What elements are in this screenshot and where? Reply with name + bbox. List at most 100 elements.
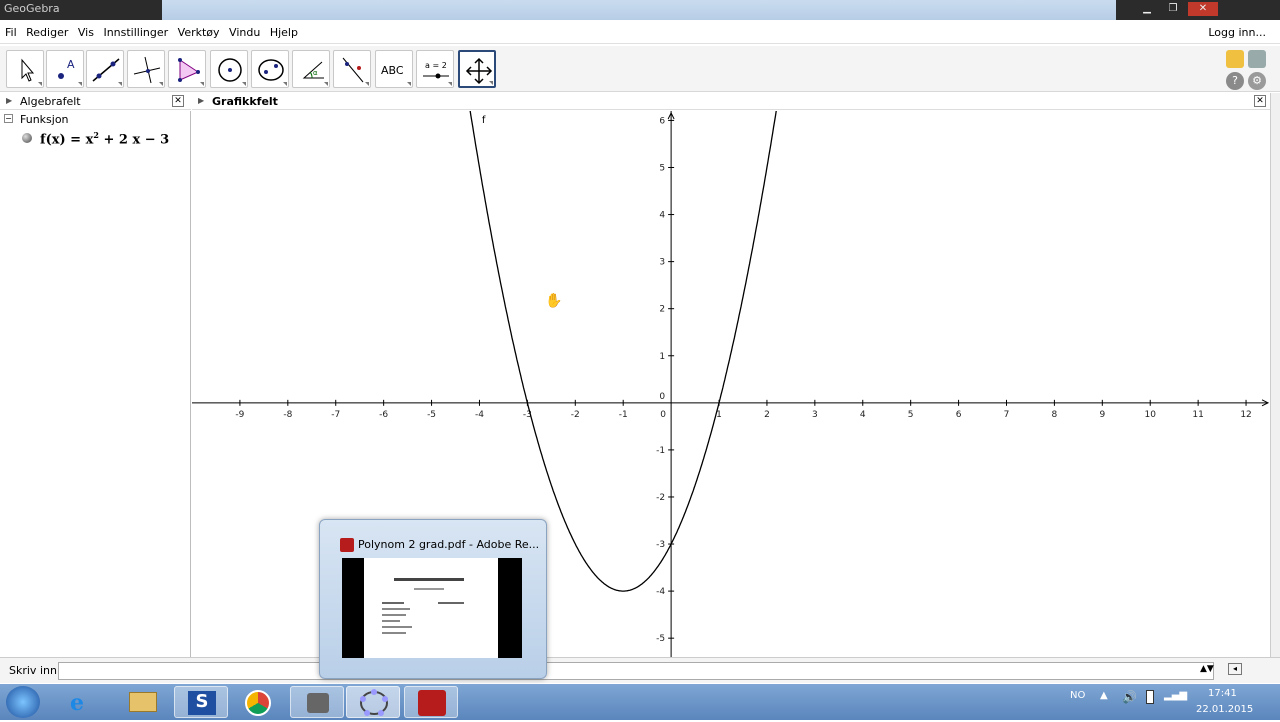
algebra-view: − Funksjon f(x) = x2 + 2 x − 3 <box>0 111 191 657</box>
close-graphics-panel-icon[interactable]: ✕ <box>1254 95 1266 107</box>
menu-vis[interactable]: Vis <box>75 22 97 43</box>
toolbar: A α ABC a = 2 <box>0 46 1280 92</box>
clock-date[interactable]: 22.01.2015 <box>1196 704 1253 715</box>
clock-time[interactable]: 17:41 <box>1208 688 1237 699</box>
input-help-icon[interactable]: ◂ <box>1228 663 1242 675</box>
taskbar-thumbnail-popup[interactable]: Polynom 2 grad.pdf - Adobe Re... <box>319 519 547 679</box>
show-hidden-icons-icon[interactable]: ▲ <box>1100 690 1108 701</box>
perpendicular-line-tool-button[interactable] <box>127 50 165 88</box>
y-tick-label: 4 <box>659 211 665 221</box>
svg-text:α: α <box>313 69 318 77</box>
menu-bar: Fil Rediger Vis Innstillinger Verktøy Vi… <box>0 22 1280 44</box>
undo-icon[interactable] <box>1226 50 1244 68</box>
polygon-tool-button[interactable] <box>168 50 206 88</box>
menu-verktoy[interactable]: Verktøy <box>175 22 223 43</box>
close-algebra-panel-icon[interactable]: ✕ <box>172 95 184 107</box>
move-graphics-view-tool-button[interactable] <box>458 50 496 88</box>
app-taskbar-icon[interactable]: S <box>174 686 228 718</box>
expand-arrow-icon[interactable]: ▶ <box>198 96 204 105</box>
start-button-icon[interactable] <box>6 686 40 718</box>
chrome-taskbar-icon[interactable] <box>232 686 286 718</box>
x-tick-label: -4 <box>475 410 484 420</box>
x-tick-label: 6 <box>956 410 962 420</box>
popup-window-title: Polynom 2 grad.pdf - Adobe Re... <box>358 538 540 551</box>
geogebra-ellipse-icon <box>360 689 388 716</box>
window-title: GeoGebra <box>0 0 162 20</box>
x-tick-label: 12 <box>1240 410 1251 420</box>
collapse-group-icon[interactable]: − <box>4 114 13 123</box>
file-explorer-taskbar-icon[interactable] <box>116 686 170 718</box>
video-capture-taskbar-icon[interactable] <box>290 686 344 718</box>
window-controls: ▁ ❐ ✕ <box>1116 0 1280 20</box>
x-tick-label: 5 <box>908 410 914 420</box>
move-tool-button[interactable] <box>6 50 44 88</box>
menu-hjelp[interactable]: Hjelp <box>267 22 301 43</box>
language-indicator[interactable]: NO <box>1070 690 1085 701</box>
login-link[interactable]: Logg inn... <box>1208 26 1266 39</box>
y-tick-label: 2 <box>659 305 665 315</box>
battery-icon[interactable] <box>1146 690 1154 704</box>
x-tick-label: 9 <box>1099 410 1105 420</box>
window-titlebar: GeoGebra ▁ ❐ ✕ <box>0 0 1280 20</box>
redo-icon[interactable] <box>1248 50 1266 68</box>
x-tick-label: -1 <box>619 410 628 420</box>
function-text-prefix: f(x) = x <box>40 132 94 148</box>
x-tick-label: 3 <box>812 410 818 420</box>
input-field[interactable] <box>58 662 1214 680</box>
pdf-icon <box>340 538 354 552</box>
internet-explorer-taskbar-icon[interactable]: e <box>58 686 112 718</box>
svg-text:ABC: ABC <box>381 64 404 77</box>
close-button[interactable]: ✕ <box>1188 2 1218 16</box>
adobe-reader-taskbar-icon[interactable] <box>404 686 458 718</box>
y-tick-label: -1 <box>656 446 665 456</box>
windows-taskbar: e S NO ▲ 🔊 ▂▄▆ 17:41 22.01.2015 <box>0 684 1280 720</box>
network-signal-icon[interactable]: ▂▄▆ <box>1164 690 1187 701</box>
y-tick-label: 3 <box>659 258 665 268</box>
y-tick-label: 1 <box>659 352 665 362</box>
right-edge-scrollbar[interactable] <box>1270 93 1280 657</box>
x-tick-label: 7 <box>1004 410 1010 420</box>
circle-tool-button[interactable] <box>210 50 248 88</box>
input-label: Skriv inn: <box>9 664 61 677</box>
x-tick-label: -7 <box>331 410 340 420</box>
x-tick-label: 8 <box>1052 410 1058 420</box>
graphics-panel-title: Grafikkfelt <box>212 95 278 108</box>
x-tick-label: 11 <box>1192 410 1203 420</box>
y-tick-label: -3 <box>656 540 665 550</box>
algebra-panel-title: Algebrafelt <box>20 95 81 108</box>
pdf-page-preview <box>364 558 498 658</box>
y-tick-label: -4 <box>656 587 665 597</box>
settings-gear-icon[interactable]: ⚙ <box>1248 72 1266 90</box>
menu-rediger[interactable]: Rediger <box>23 22 71 43</box>
minimize-button[interactable]: ▁ <box>1136 2 1158 16</box>
menu-vindu[interactable]: Vindu <box>226 22 263 43</box>
function-definition[interactable]: f(x) = x2 + 2 x − 3 <box>40 130 169 147</box>
help-icon[interactable]: ? <box>1226 72 1244 90</box>
curve-label: f <box>482 115 486 126</box>
geogebra-taskbar-icon[interactable] <box>346 686 400 718</box>
conic-tool-button[interactable] <box>251 50 289 88</box>
window-preview <box>342 558 522 658</box>
menu-innstillinger[interactable]: Innstillinger <box>100 22 171 43</box>
line-tool-button[interactable] <box>86 50 124 88</box>
expand-arrow-icon[interactable]: ▶ <box>6 96 12 105</box>
visibility-toggle-icon[interactable] <box>22 133 32 143</box>
reflect-tool-button[interactable] <box>333 50 371 88</box>
point-tool-button[interactable]: A <box>46 50 84 88</box>
text-tool-button[interactable]: ABC <box>375 50 413 88</box>
volume-icon[interactable]: 🔊 <box>1122 690 1137 704</box>
menu-fil[interactable]: Fil <box>2 22 20 43</box>
x-tick-label: -9 <box>235 410 244 420</box>
input-history-arrow-icon[interactable]: ▲▼ <box>1200 664 1214 674</box>
graphics-panel-header: ▶ Grafikkfelt ✕ <box>192 93 1270 110</box>
slider-tool-button[interactable]: a = 2 <box>416 50 454 88</box>
y-tick-label: 0 <box>659 392 665 402</box>
hand-cursor-icon: ✋ <box>545 293 563 309</box>
function-text-suffix: + 2 x − 3 <box>98 132 170 148</box>
x-tick-label: -6 <box>379 410 388 420</box>
angle-tool-button[interactable]: α <box>292 50 330 88</box>
algebra-group-label: Funksjon <box>20 113 69 126</box>
maximize-button[interactable]: ❐ <box>1162 2 1184 16</box>
algebra-panel-header: ▶ Algebrafelt ✕ <box>0 93 191 110</box>
y-tick-label: 6 <box>659 116 665 126</box>
